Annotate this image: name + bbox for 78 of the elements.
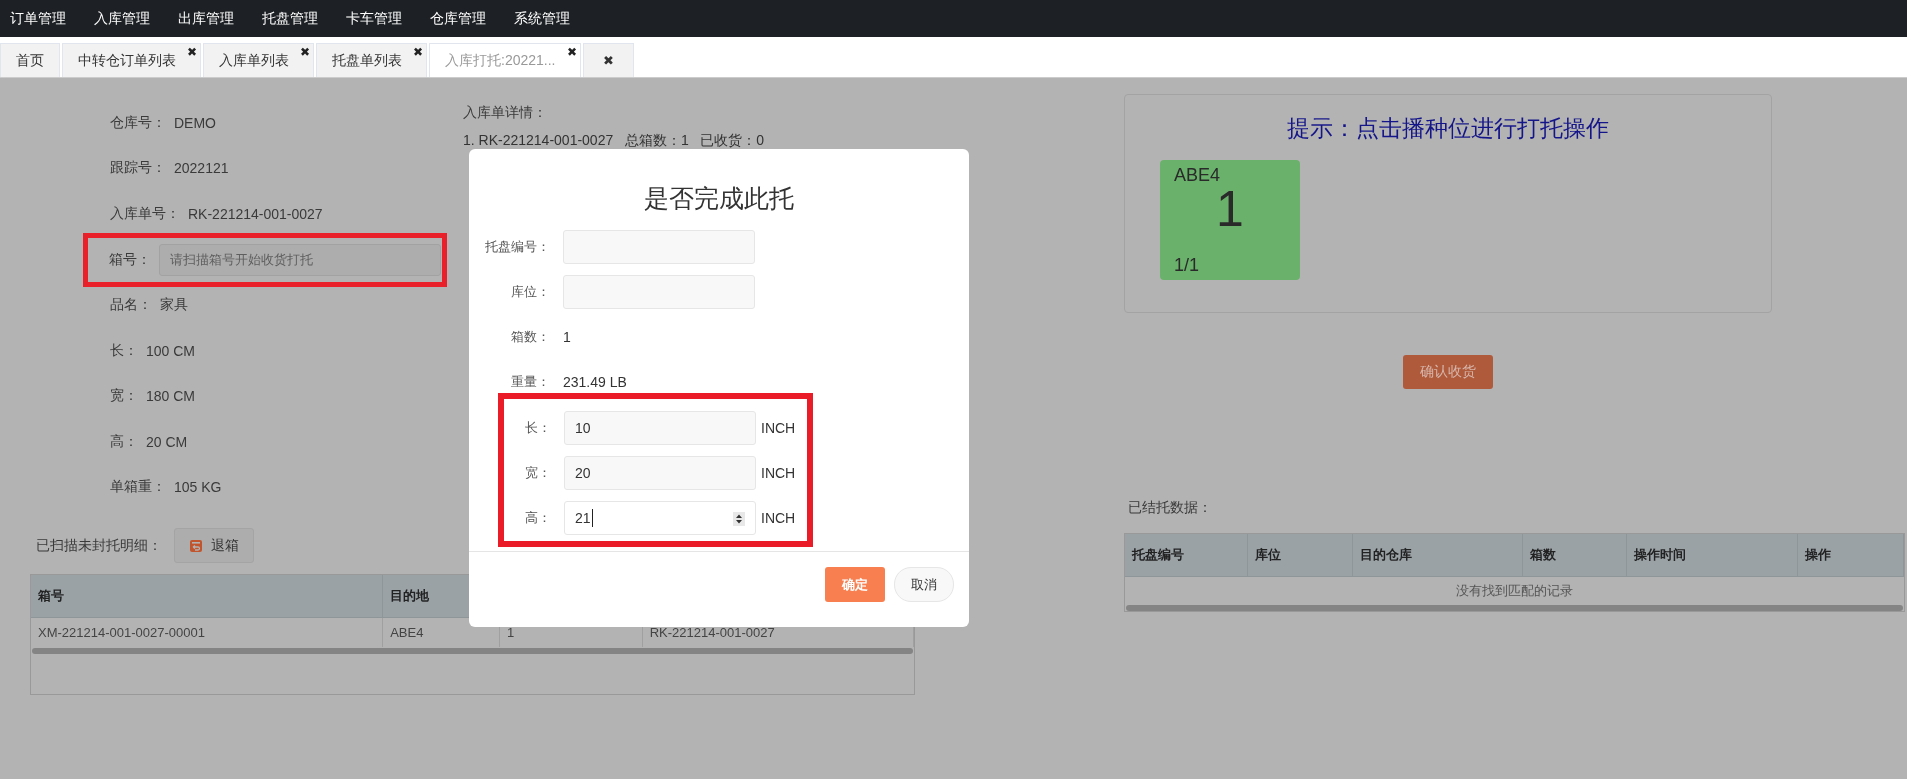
field-label: 库位：: [510, 283, 550, 301]
tab[interactable]: 中转仓订单列表 ✖: [62, 43, 201, 77]
nav-menu-item[interactable]: 仓库管理: [430, 9, 486, 28]
tab[interactable]: 首页: [0, 43, 60, 77]
close-icon[interactable]: ✖: [300, 45, 310, 59]
nav-menu-item[interactable]: 卡车管理: [346, 9, 402, 28]
tab-label: 中转仓订单列表: [78, 51, 176, 70]
nav-menu-item[interactable]: 出库管理: [178, 9, 234, 28]
details-line: 1. RK-221214-001-0027 总箱数：1 已收货：0: [463, 132, 765, 150]
section-title: 已扫描未封托明细：: [36, 536, 162, 555]
input-field[interactable]: 20: [564, 456, 756, 490]
field-label: 仓库号：: [110, 113, 166, 132]
column-header: 目的仓库: [1352, 534, 1523, 576]
column-header: 库位: [1247, 534, 1353, 576]
scrollbar[interactable]: [1126, 605, 1903, 611]
tab[interactable]: 入库打托:20221... ✖: [429, 43, 581, 77]
field-label: 高：: [524, 509, 551, 527]
field-value: 100 CM: [146, 342, 196, 359]
details-title: 入库单详情：: [463, 104, 548, 122]
field-label: 宽：: [524, 464, 551, 482]
empty-message: 没有找到匹配的记录: [1456, 581, 1573, 600]
tab-label: 入库打托:20221...: [445, 51, 556, 70]
nav-menu-item[interactable]: 系统管理: [514, 9, 570, 28]
hint-title: 提示：点击播种位进行打托操作: [1286, 114, 1610, 143]
field-label: 品名：: [110, 296, 152, 315]
column-header: 托盘编号: [1125, 534, 1248, 576]
close-icon[interactable]: ✖: [187, 45, 197, 59]
field-value: 家具: [160, 296, 188, 315]
spinner-icon[interactable]: [733, 512, 745, 526]
table-cell: XM-221214-001-0027-00001: [31, 618, 384, 647]
slot-tile[interactable]: ABE4 1 1/1: [1160, 160, 1300, 280]
scrollbar[interactable]: [32, 648, 913, 654]
tab-label: 托盘单列表: [332, 51, 402, 70]
field-value: 180 CM: [146, 388, 196, 405]
field-label: 单箱重：: [110, 478, 166, 497]
return-button[interactable]: 退箱: [174, 528, 254, 563]
field-label: 箱数：: [510, 328, 550, 346]
column-header: 操作时间: [1627, 534, 1799, 576]
cancel-button[interactable]: 取消: [894, 567, 954, 602]
tab-label: 入库单列表: [219, 51, 289, 70]
field-label: 入库单号：: [110, 204, 180, 223]
field-value: 20 CM: [146, 433, 188, 450]
field-label: 长：: [524, 419, 551, 437]
field-label: 重量：: [510, 373, 550, 391]
close-icon[interactable]: ✖: [566, 45, 577, 59]
unit-label: INCH: [761, 465, 796, 481]
field-value: 1: [563, 329, 571, 345]
field-value: 105 KG: [174, 479, 222, 496]
column-header: 操作: [1798, 534, 1905, 576]
unit-label: INCH: [761, 420, 796, 436]
tab[interactable]: 入库单列表 ✖: [203, 43, 314, 77]
nav-menu-item[interactable]: 入库管理: [94, 9, 150, 28]
field-value: RK-221214-001-0027: [188, 205, 323, 222]
field-label: 高：: [110, 432, 138, 451]
close-all-tab[interactable]: ✖: [582, 43, 634, 77]
field-value: 231.49 LB: [563, 374, 627, 390]
field-value: 2022121: [174, 160, 229, 177]
nav-menu-item[interactable]: 订单管理: [10, 9, 66, 28]
unit-label: INCH: [761, 510, 796, 526]
dialog-title: 是否完成此托: [643, 183, 795, 214]
column-header: 箱数: [1522, 534, 1628, 576]
column-header: 箱号: [31, 575, 384, 617]
input-field[interactable]: 请扫描箱号开始收货打托: [159, 243, 441, 276]
field-label: 宽：: [110, 387, 138, 406]
field-label: 跟踪号：: [110, 159, 166, 178]
tab-label: 首页: [16, 51, 44, 70]
close-icon[interactable]: ✖: [413, 45, 423, 59]
field-label: 长：: [110, 341, 138, 360]
return-box-icon: [189, 538, 203, 553]
field-label: 托盘编号：: [484, 238, 550, 256]
input-field[interactable]: 10: [564, 411, 756, 445]
text-cursor: [591, 509, 593, 527]
field-label: 箱号：: [109, 250, 151, 269]
nav-menu-item[interactable]: 托盘管理: [262, 9, 318, 28]
field-value: DEMO: [174, 114, 216, 131]
input-field[interactable]: 21: [564, 501, 756, 535]
tab[interactable]: 托盘单列表 ✖: [316, 43, 427, 77]
section-title: 已结托数据：: [1128, 499, 1213, 517]
